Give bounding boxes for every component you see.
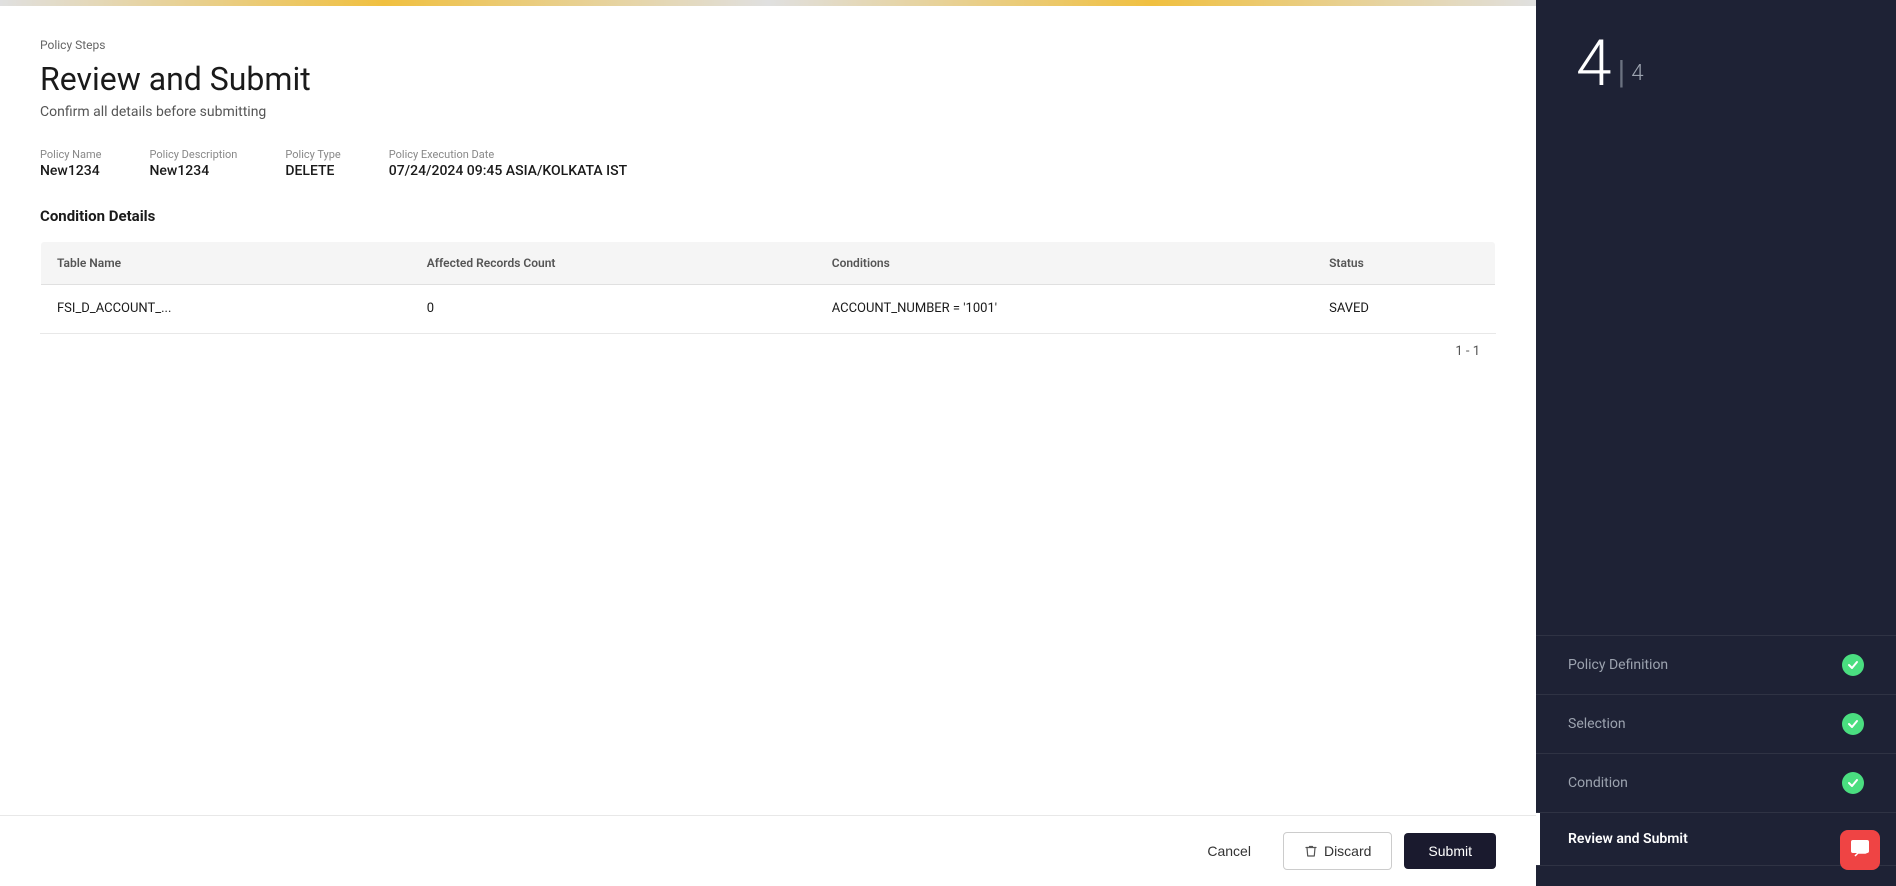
table-header-row: Table Name Affected Records Count Condit…	[41, 242, 1496, 285]
meta-policy-desc-label: Policy Description	[150, 148, 238, 161]
footer-bar: Cancel Discard Submit	[0, 815, 1536, 886]
sidebar: 4 | 4 Policy Definition Selection Conditio…	[1536, 0, 1896, 886]
meta-policy-name-label: Policy Name	[40, 148, 102, 161]
sidebar-item-condition[interactable]: Condition	[1536, 753, 1896, 812]
content-area: Policy Steps Review and Submit Confirm a…	[0, 6, 1536, 815]
step-total: 4	[1631, 61, 1643, 86]
meta-policy-desc-value: New1234	[150, 163, 238, 179]
meta-policy-name: Policy Name New1234	[40, 148, 102, 179]
sidebar-item-policy-definition[interactable]: Policy Definition	[1536, 635, 1896, 694]
step-label: Selection	[1568, 716, 1626, 732]
step-check-icon	[1842, 654, 1864, 676]
page-title: Review and Submit	[40, 60, 1496, 98]
step-label: Condition	[1568, 775, 1628, 791]
main-content: Policy Steps Review and Submit Confirm a…	[0, 0, 1536, 886]
step-check-icon	[1842, 713, 1864, 735]
meta-policy-name-value: New1234	[40, 163, 102, 179]
meta-policy-desc: Policy Description New1234	[150, 148, 238, 179]
page-subtitle: Confirm all details before submitting	[40, 104, 1496, 120]
chat-bubble[interactable]	[1840, 830, 1880, 870]
step-counter: 4 | 4	[1536, 0, 1896, 136]
trash-icon	[1304, 844, 1318, 858]
col-table-name: Table Name	[41, 242, 411, 285]
col-conditions: Conditions	[816, 242, 1313, 285]
meta-policy-exec-label: Policy Execution Date	[389, 148, 627, 161]
step-divider: |	[1618, 56, 1626, 88]
policy-steps-label: Policy Steps	[40, 38, 1496, 52]
table-row: FSI_D_ACCOUNT_... 0 ACCOUNT_NUMBER = '10…	[41, 285, 1496, 333]
condition-details-title: Condition Details	[40, 207, 1496, 225]
cell-table-name: FSI_D_ACCOUNT_...	[41, 285, 411, 333]
meta-policy-exec-value: 07/24/2024 09:45 ASIA/KOLKATA IST	[389, 163, 627, 179]
cell-affected-count: 0	[411, 285, 816, 333]
cell-status: SAVED	[1313, 285, 1495, 333]
submit-button[interactable]: Submit	[1404, 833, 1496, 869]
meta-policy-type: Policy Type DELETE	[285, 148, 340, 179]
sidebar-item-selection[interactable]: Selection	[1536, 694, 1896, 753]
discard-label: Discard	[1324, 843, 1371, 859]
step-check-icon	[1842, 772, 1864, 794]
condition-details-table: Table Name Affected Records Count Condit…	[40, 241, 1496, 333]
chat-icon	[1849, 837, 1871, 864]
meta-policy-exec: Policy Execution Date 07/24/2024 09:45 A…	[389, 148, 627, 179]
cancel-button[interactable]: Cancel	[1187, 833, 1271, 869]
step-current: 4	[1576, 32, 1612, 96]
table-header: Table Name Affected Records Count Condit…	[41, 242, 1496, 285]
meta-policy-type-value: DELETE	[285, 163, 340, 179]
discard-button[interactable]: Discard	[1283, 832, 1392, 870]
meta-policy-type-label: Policy Type	[285, 148, 340, 161]
cell-conditions: ACCOUNT_NUMBER = '1001'	[816, 285, 1313, 333]
step-label: Policy Definition	[1568, 657, 1668, 673]
policy-meta: Policy Name New1234 Policy Description N…	[40, 148, 1496, 179]
table-body: FSI_D_ACCOUNT_... 0 ACCOUNT_NUMBER = '10…	[41, 285, 1496, 333]
col-affected-count: Affected Records Count	[411, 242, 816, 285]
step-label: Review and Submit	[1568, 831, 1688, 847]
pagination: 1 - 1	[40, 333, 1496, 369]
col-status: Status	[1313, 242, 1495, 285]
